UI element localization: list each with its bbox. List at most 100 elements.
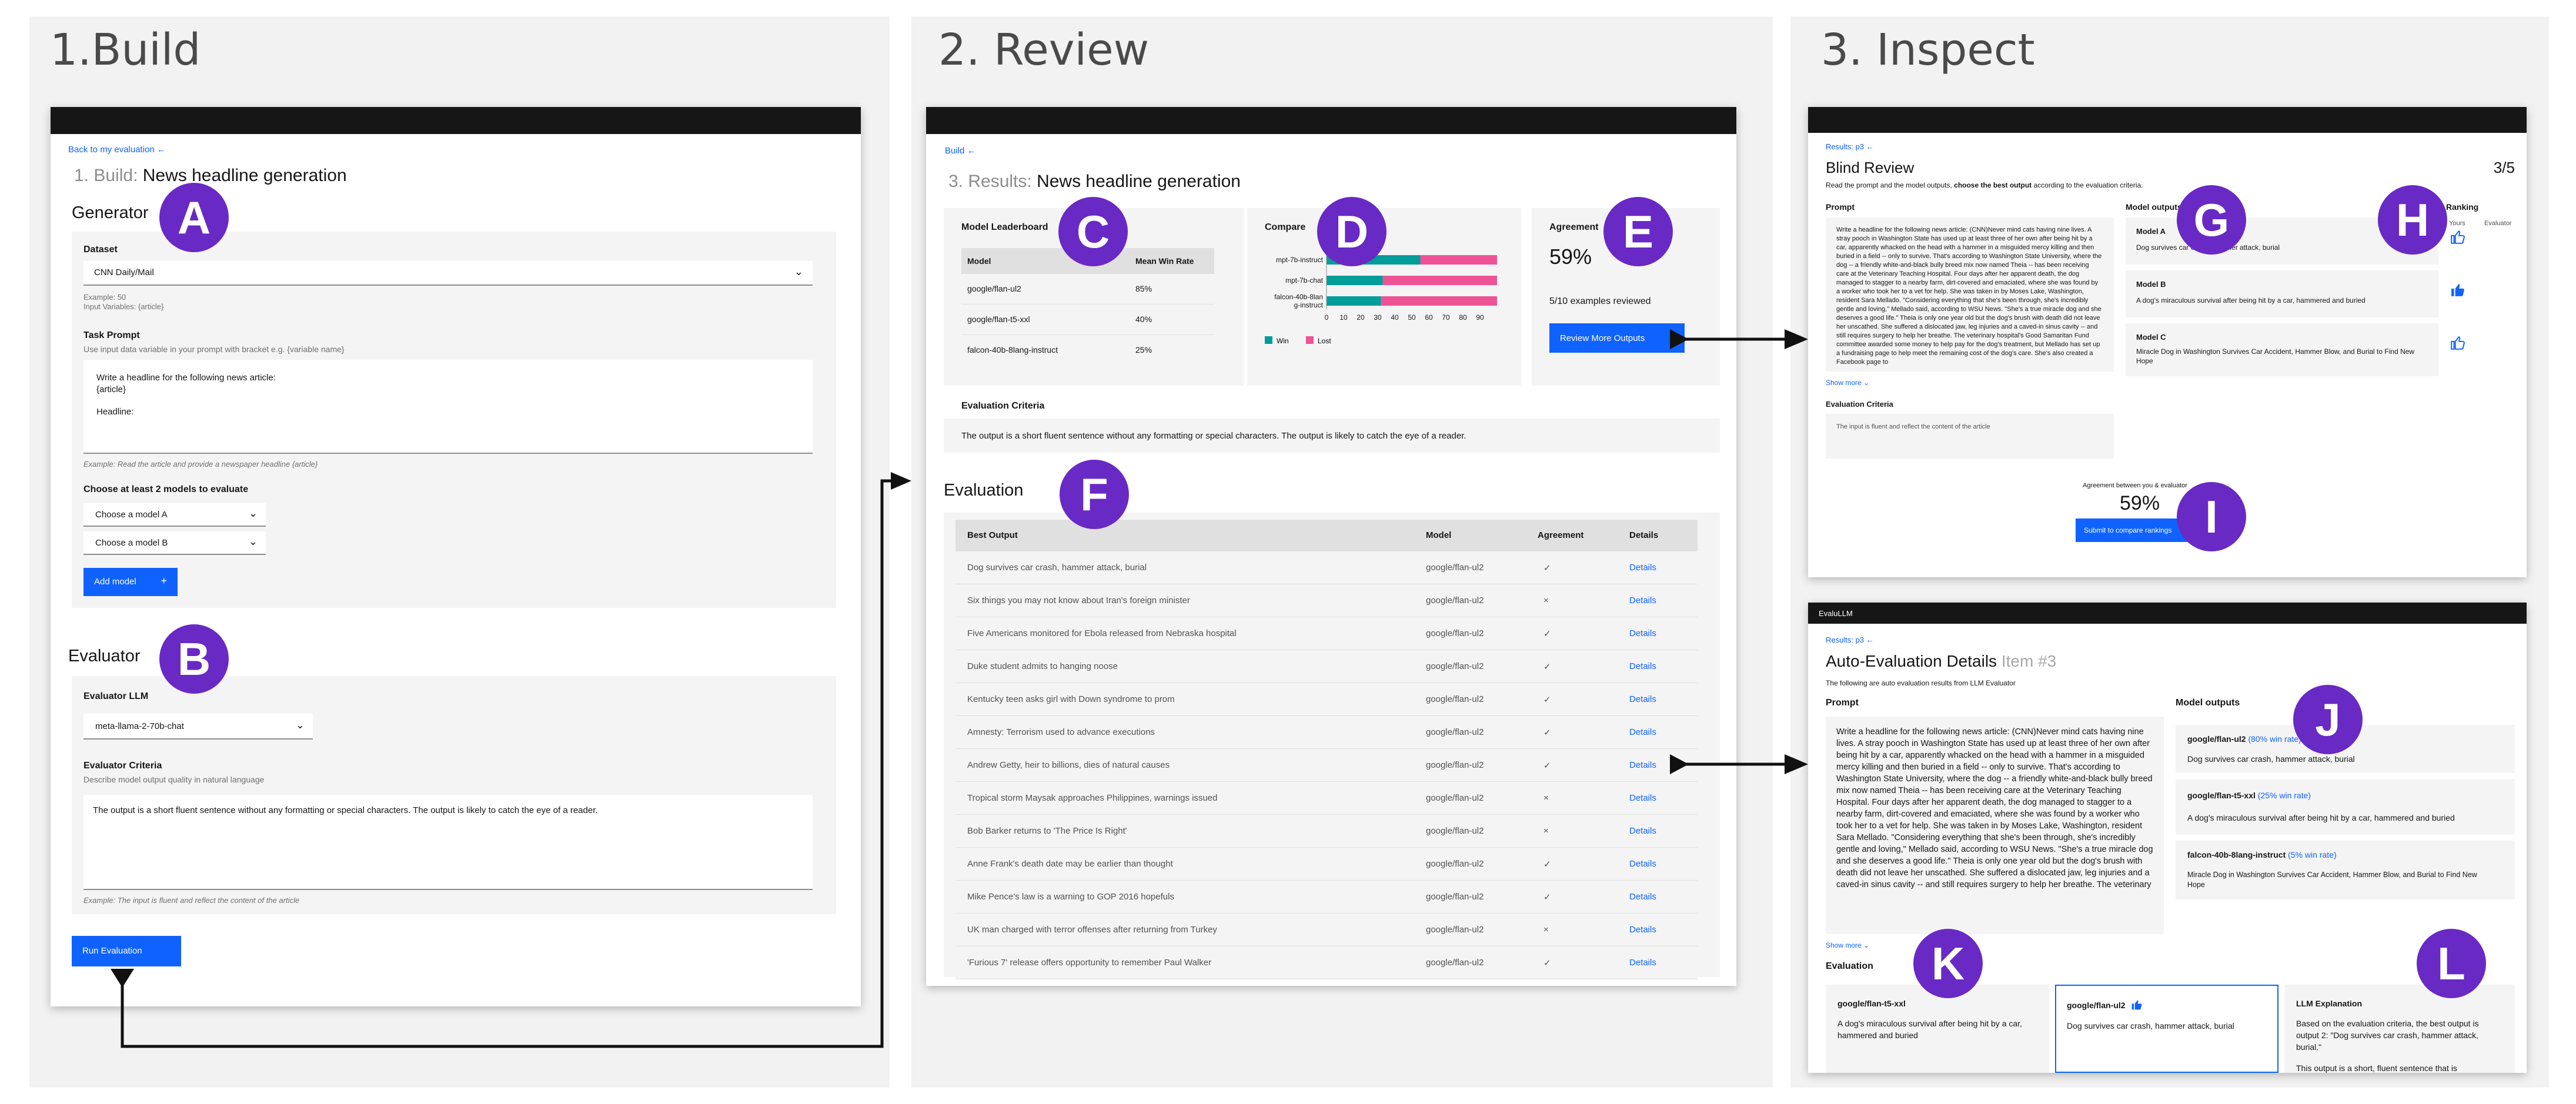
table-row: Anne Frank's death date may be earlier t… [955, 848, 1698, 881]
output-card-b[interactable]: Model B A dog's miraculous survival afte… [2126, 270, 2438, 317]
agreement-value: 59% [1549, 245, 1592, 269]
badge-e: E [1603, 197, 1673, 266]
thumbs-up-icon [2132, 1000, 2142, 1010]
table-row: Mike Pence's law is a warning to GOP 201… [955, 881, 1698, 914]
details-link[interactable]: Details [1629, 859, 1656, 869]
review-more-button[interactable]: Review More Outputs [1549, 323, 1685, 353]
thumbs-up-icon[interactable] [2450, 282, 2465, 297]
details-link[interactable]: Details [1629, 563, 1656, 573]
table-row: Tropical storm Maysak approaches Philipp… [955, 782, 1698, 815]
table-row: Five Americans monitored for Ebola relea… [955, 617, 1698, 650]
breadcrumb[interactable]: Results: p3 ← [1826, 635, 1874, 644]
criteria-hint: Describe model output quality in natural… [83, 775, 265, 784]
details-link[interactable]: Details [1629, 596, 1656, 605]
prompt-box: Write a headline for the following news … [1826, 218, 2114, 372]
x-tick-label: 30 [1374, 313, 1382, 322]
show-more-link[interactable]: Show more ⌄ [1826, 941, 1869, 949]
x-tick-label: 10 [1339, 313, 1348, 322]
prompt-line-2: {article} [96, 384, 126, 394]
evaluator-llm-select[interactable]: meta-llama-2-70b-chat ⌄ [83, 714, 313, 740]
review-counter: 3/5 [2493, 159, 2515, 176]
x-tick-label: 80 [1459, 313, 1467, 322]
table-row: Andrew Getty, heir to billions, dies of … [955, 749, 1698, 782]
details-link[interactable]: Details [1629, 694, 1656, 704]
badge-g: G [2177, 185, 2246, 255]
criteria-text: The output is a short fluent sentence wi… [961, 431, 1466, 441]
output-text: Dog survives car crash, hammer attack, b… [2067, 1021, 2234, 1031]
ranking-evaluator: Evaluator [2484, 220, 2512, 227]
run-evaluation-button[interactable]: Run Evaluation [72, 936, 181, 966]
output-text: Miracle Dog in Washington Survives Car A… [2187, 871, 2477, 889]
prompt-box: Write a headline for the following news … [1826, 717, 2164, 934]
badge-l: L [2417, 929, 2486, 998]
col-agreement: Agreement [1538, 530, 1584, 540]
details-link[interactable]: Details [1629, 925, 1656, 935]
thumbs-up-icon[interactable] [2450, 229, 2465, 245]
x-tick-label: 0 [1325, 313, 1329, 322]
subtitle: The following are auto evaluation result… [1826, 679, 2016, 687]
bar-win [1327, 296, 1381, 306]
plus-icon: + [161, 575, 167, 587]
x-tick-label: 20 [1357, 313, 1365, 322]
prompt-text: Write a headline for the following news … [1836, 727, 2153, 889]
criteria-text: The output is a short fluent sentence wi… [93, 805, 598, 815]
best-output-cell: UK man charged with terror offenses afte… [967, 925, 1217, 935]
prompt-line-1: Write a headline for the following news … [96, 373, 276, 383]
badge-i: I [2177, 482, 2246, 551]
breadcrumb[interactable]: Results: p3 ← [1826, 142, 1874, 151]
dataset-select[interactable]: CNN Daily/Mail ⌄ [83, 261, 813, 286]
bar-lost [1420, 255, 1497, 265]
output-card-c[interactable]: Model C Miracle Dog in Washington Surviv… [2126, 323, 2438, 376]
model-a-select[interactable]: Choose a model A ⌄ [83, 503, 266, 527]
thumbs-up-icon[interactable] [2450, 335, 2465, 350]
generator-heading: Generator [72, 203, 149, 222]
details-link[interactable]: Details [1629, 958, 1656, 968]
breadcrumb[interactable]: Build ← [945, 146, 976, 156]
table-row: Six things you may not know about Iran's… [955, 584, 1698, 617]
add-model-button[interactable]: Add model + [83, 568, 178, 596]
details-link[interactable]: Details [1629, 892, 1656, 902]
page-heading: 1. Build: News headline generation [74, 166, 347, 186]
task-prompt-hint: Use input data variable in your prompt w… [83, 344, 345, 354]
category-label: g-instruct [1294, 301, 1324, 309]
x-tick-label: 60 [1425, 313, 1433, 322]
model-cell: google/flan-ul2 [1426, 760, 1484, 770]
row-model: falcon-40b-8lang-instruct [967, 345, 1058, 354]
app-name: EvaluLLM [1819, 609, 1853, 618]
back-link[interactable]: Back to my evaluation ← [68, 145, 166, 155]
panel-title-build: 1.Build [50, 25, 201, 75]
task-prompt-textarea[interactable]: Write a headline for the following news … [83, 360, 813, 454]
best-output-cell: Dog survives car crash, hammer attack, b… [967, 563, 1147, 573]
table-row: Dog survives car crash, hammer attack, b… [955, 551, 1698, 584]
details-link[interactable]: Details [1629, 793, 1656, 803]
details-link[interactable]: Details [1629, 727, 1656, 737]
best-output-cell: Bob Barker returns to 'The Price Is Righ… [967, 826, 1127, 836]
prompt-example: Example: Read the article and provide a … [83, 460, 318, 469]
table-row: Bob Barker returns to 'The Price Is Righ… [955, 815, 1698, 848]
details-link[interactable]: Details [1629, 826, 1656, 836]
x-tick-label: 50 [1408, 313, 1416, 322]
ranking-label: Ranking [2446, 202, 2479, 212]
table-row: 'Furious 7' release offers opportunity t… [955, 946, 1698, 979]
llm-explanation-card: LLM Explanation Based on the evaluation … [2284, 985, 2515, 1073]
best-output-cell: Amnesty: Terrorism used to advance execu… [967, 727, 1155, 737]
prompt-label: Prompt [1826, 698, 1859, 708]
agreement-cell: ✓ [1543, 629, 1551, 639]
details-link[interactable]: Details [1629, 661, 1656, 671]
evaluator-criteria-textarea[interactable]: The output is a short fluent sentence wi… [83, 795, 813, 890]
model-b-select[interactable]: Choose a model B ⌄ [83, 531, 266, 555]
outputs-label: Model outputs [2176, 698, 2240, 708]
output-name: falcon-40b-8lang-instruct (5% win rate) [2187, 850, 2337, 859]
show-more-link[interactable]: Show more ⌄ [1826, 379, 1869, 387]
panel-title-inspect: 3. Inspect [1821, 25, 2035, 75]
legend-lost: Lost [1318, 337, 1331, 345]
agreement-cell: × [1543, 793, 1549, 803]
prompt-label: Prompt [1826, 202, 1855, 212]
details-link[interactable]: Details [1629, 760, 1656, 770]
details-link[interactable]: Details [1629, 628, 1656, 638]
evaluator-llm-label: Evaluator LLM [83, 691, 149, 701]
run-evaluation-label: Run Evaluation [82, 946, 142, 956]
badge-a: A [159, 183, 229, 252]
compare-chart: mpt-7b-instruct mpt-7b-chat falcon-40b-8la… [1265, 252, 1497, 345]
window-titlebar [1808, 107, 2527, 133]
